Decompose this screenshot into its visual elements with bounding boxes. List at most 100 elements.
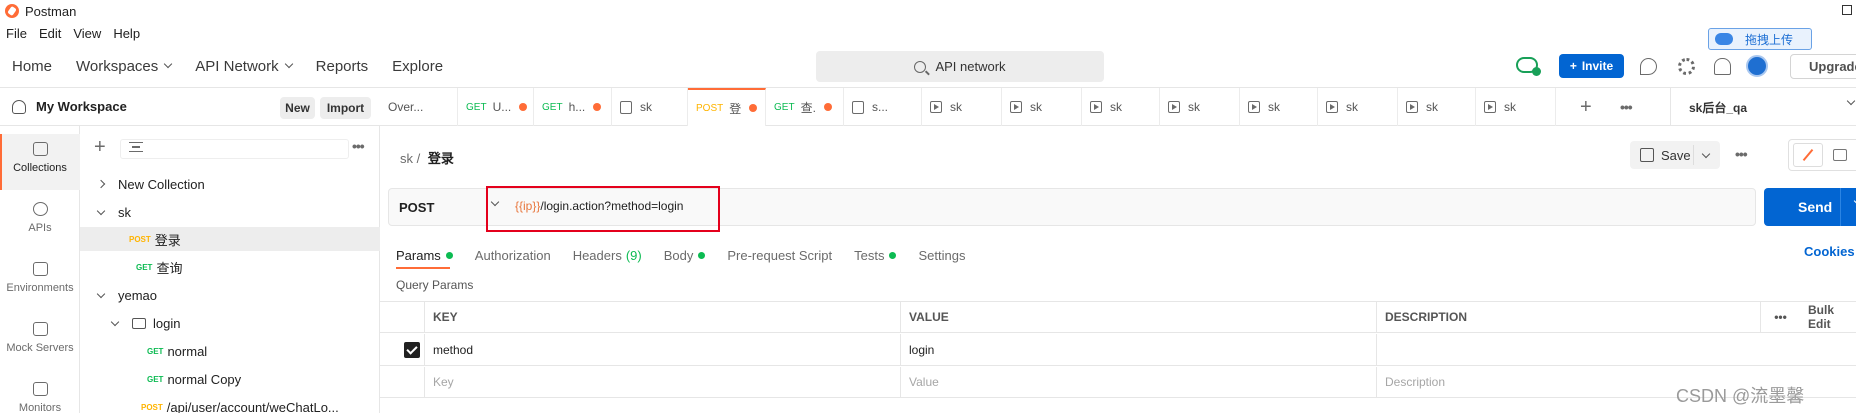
search-bar[interactable]: API network: [816, 51, 1104, 82]
nav-home[interactable]: Home: [12, 58, 52, 75]
bulk-edit-link[interactable]: Bulk Edit: [1800, 302, 1856, 332]
tab-overview[interactable]: Over...: [380, 88, 458, 126]
tabs-more-icon[interactable]: •••: [1620, 99, 1633, 115]
tab-pre-request-script[interactable]: Pre-request Script: [727, 248, 832, 263]
tab-headers[interactable]: Headers (9): [573, 248, 642, 263]
tree-item-new-collection[interactable]: New Collection: [80, 172, 380, 196]
unsaved-dot-icon: [593, 103, 602, 111]
method-label: POST: [399, 199, 435, 215]
save-button[interactable]: Save: [1630, 141, 1720, 169]
tree-item-query-request[interactable]: GET 查询: [80, 255, 380, 279]
menu-view[interactable]: View: [73, 26, 101, 41]
tab-runner-sk[interactable]: sk: [1082, 88, 1160, 126]
tab-get-u[interactable]: GET U...: [458, 88, 534, 126]
tab-authorization[interactable]: Authorization: [475, 248, 551, 263]
chevron-down-icon: [96, 289, 106, 298]
breadcrumb-request-name[interactable]: 登录: [428, 151, 454, 166]
tab-s[interactable]: s...: [844, 88, 922, 126]
tab-label: sk: [1504, 100, 1516, 114]
upgrade-button[interactable]: Upgrade: [1790, 54, 1856, 79]
gear-icon[interactable]: [1678, 58, 1695, 75]
new-key-input[interactable]: Key: [424, 367, 900, 397]
table-more-icon[interactable]: •••: [1760, 302, 1800, 332]
tab-runner-sk[interactable]: sk: [1318, 88, 1398, 126]
tab-runner-sk[interactable]: sk: [922, 88, 1002, 126]
send-button[interactable]: Send: [1764, 188, 1856, 226]
cloud-sync-icon[interactable]: [1516, 57, 1541, 76]
rail-item-apis[interactable]: APIs: [0, 194, 80, 250]
tree-item-login-folder[interactable]: login: [80, 311, 380, 335]
upload-widget[interactable]: 拖拽上传: [1708, 28, 1812, 50]
menu-file[interactable]: File: [6, 26, 27, 41]
tab-params[interactable]: Params: [396, 248, 453, 263]
tree-item-wechat-login[interactable]: POST /api/user/account/weChatLo...: [80, 395, 380, 413]
nav-api-network[interactable]: API Network: [195, 58, 293, 75]
rail-item-collections[interactable]: Collections: [0, 134, 80, 190]
tab-get-query[interactable]: GET 查.: [766, 88, 844, 126]
workspace-name[interactable]: My Workspace: [36, 99, 127, 114]
tree-item-sk[interactable]: sk: [80, 200, 380, 224]
rail-item-environments[interactable]: Environments: [0, 254, 80, 310]
avatar[interactable]: [1746, 55, 1768, 77]
documentation-icon[interactable]: [1833, 149, 1847, 161]
menu-help[interactable]: Help: [113, 26, 140, 41]
satellite-icon[interactable]: [1640, 58, 1657, 75]
invite-button[interactable]: + Invite: [1559, 54, 1624, 78]
tab-runner-sk[interactable]: sk: [1160, 88, 1240, 126]
rail-item-mock-servers[interactable]: Mock Servers: [0, 314, 80, 370]
param-description-cell[interactable]: [1376, 334, 1856, 365]
monitors-icon: [32, 382, 48, 396]
tab-runner-sk[interactable]: sk: [1398, 88, 1476, 126]
tab-sk-collection[interactable]: sk: [612, 88, 688, 126]
nav-workspaces-label: Workspaces: [76, 57, 159, 75]
param-value-cell[interactable]: login: [900, 334, 1376, 365]
chevron-down-icon[interactable]: [1701, 149, 1711, 159]
rail-label: APIs: [28, 222, 52, 234]
tab-label: s...: [872, 100, 889, 114]
tab-prerequest-label: Pre-request Script: [727, 247, 833, 263]
tree-item-yemao[interactable]: yemao: [80, 283, 380, 307]
tree-item-label: login: [153, 315, 181, 331]
new-value-input[interactable]: Value: [900, 367, 1376, 397]
rail-item-monitors[interactable]: Monitors: [0, 374, 80, 413]
tab-runner-sk[interactable]: sk: [1476, 88, 1556, 126]
environment-select[interactable]: sk后台_qa: [1670, 88, 1856, 126]
tab-settings[interactable]: Settings: [918, 248, 965, 263]
tree-item-login-request[interactable]: POST 登录: [80, 227, 380, 251]
filter-icon[interactable]: [129, 142, 143, 152]
method-select[interactable]: POST: [389, 189, 500, 225]
param-key-cell[interactable]: method: [424, 334, 900, 365]
tree-item-normal[interactable]: GET normal: [80, 339, 380, 363]
breadcrumb-collection[interactable]: sk: [400, 151, 413, 166]
tab-runner-sk[interactable]: sk: [1240, 88, 1318, 126]
bell-icon[interactable]: [1714, 58, 1731, 75]
import-button[interactable]: Import: [320, 97, 371, 119]
add-collection-icon[interactable]: +: [94, 137, 106, 157]
restore-window-icon[interactable]: [1842, 5, 1852, 15]
new-tab-icon[interactable]: +: [1580, 96, 1592, 119]
tab-runner-sk[interactable]: sk: [1002, 88, 1082, 126]
menu-edit[interactable]: Edit: [39, 26, 61, 41]
more-icon[interactable]: •••: [352, 138, 365, 154]
method-badge: GET: [136, 262, 153, 272]
annotation-highlight-box: [486, 186, 720, 232]
nav-reports[interactable]: Reports: [316, 58, 369, 75]
rail-label: Collections: [13, 162, 67, 174]
edit-icon[interactable]: [1793, 143, 1823, 167]
request-more-icon[interactable]: •••: [1735, 146, 1748, 162]
tab-tests[interactable]: Tests: [854, 248, 897, 263]
tree-item-normal-copy[interactable]: GET normal Copy: [80, 367, 380, 391]
nav-workspaces[interactable]: Workspaces: [76, 57, 173, 75]
headers-count: (9): [625, 247, 642, 263]
tab-body[interactable]: Body: [664, 248, 706, 263]
tab-get-h[interactable]: GET h...: [534, 88, 612, 126]
row-checkbox[interactable]: [404, 341, 420, 358]
cookies-link[interactable]: Cookies: [1804, 244, 1855, 259]
tree-item-label: /api/user/account/weChatLo...: [166, 399, 339, 413]
tab-post-login[interactable]: POST 登: [688, 88, 766, 126]
tab-authorization-label: Authorization: [474, 247, 551, 263]
nav-explore[interactable]: Explore: [392, 58, 443, 75]
collection-search-input[interactable]: [120, 139, 349, 159]
new-button[interactable]: New: [280, 97, 315, 119]
tree-item-label: New Collection: [118, 176, 205, 192]
